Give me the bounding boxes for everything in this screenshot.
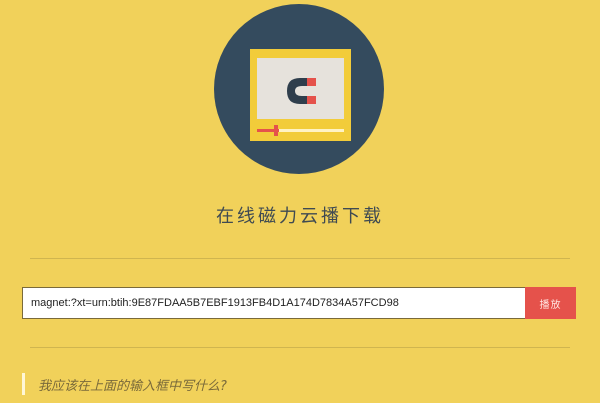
play-button[interactable]: 播放 <box>525 287 576 319</box>
page-title: 在线磁力云播下载 <box>216 206 384 227</box>
faq-accent-bar <box>22 373 25 395</box>
magnet-input[interactable] <box>22 287 525 319</box>
divider <box>30 258 570 259</box>
logo <box>214 4 384 174</box>
faq-question[interactable]: 我应该在上面的输入框中写什么? <box>38 375 227 394</box>
search-row: 播放 <box>22 287 576 319</box>
divider <box>30 347 570 348</box>
magnet-screen-icon <box>250 49 351 141</box>
